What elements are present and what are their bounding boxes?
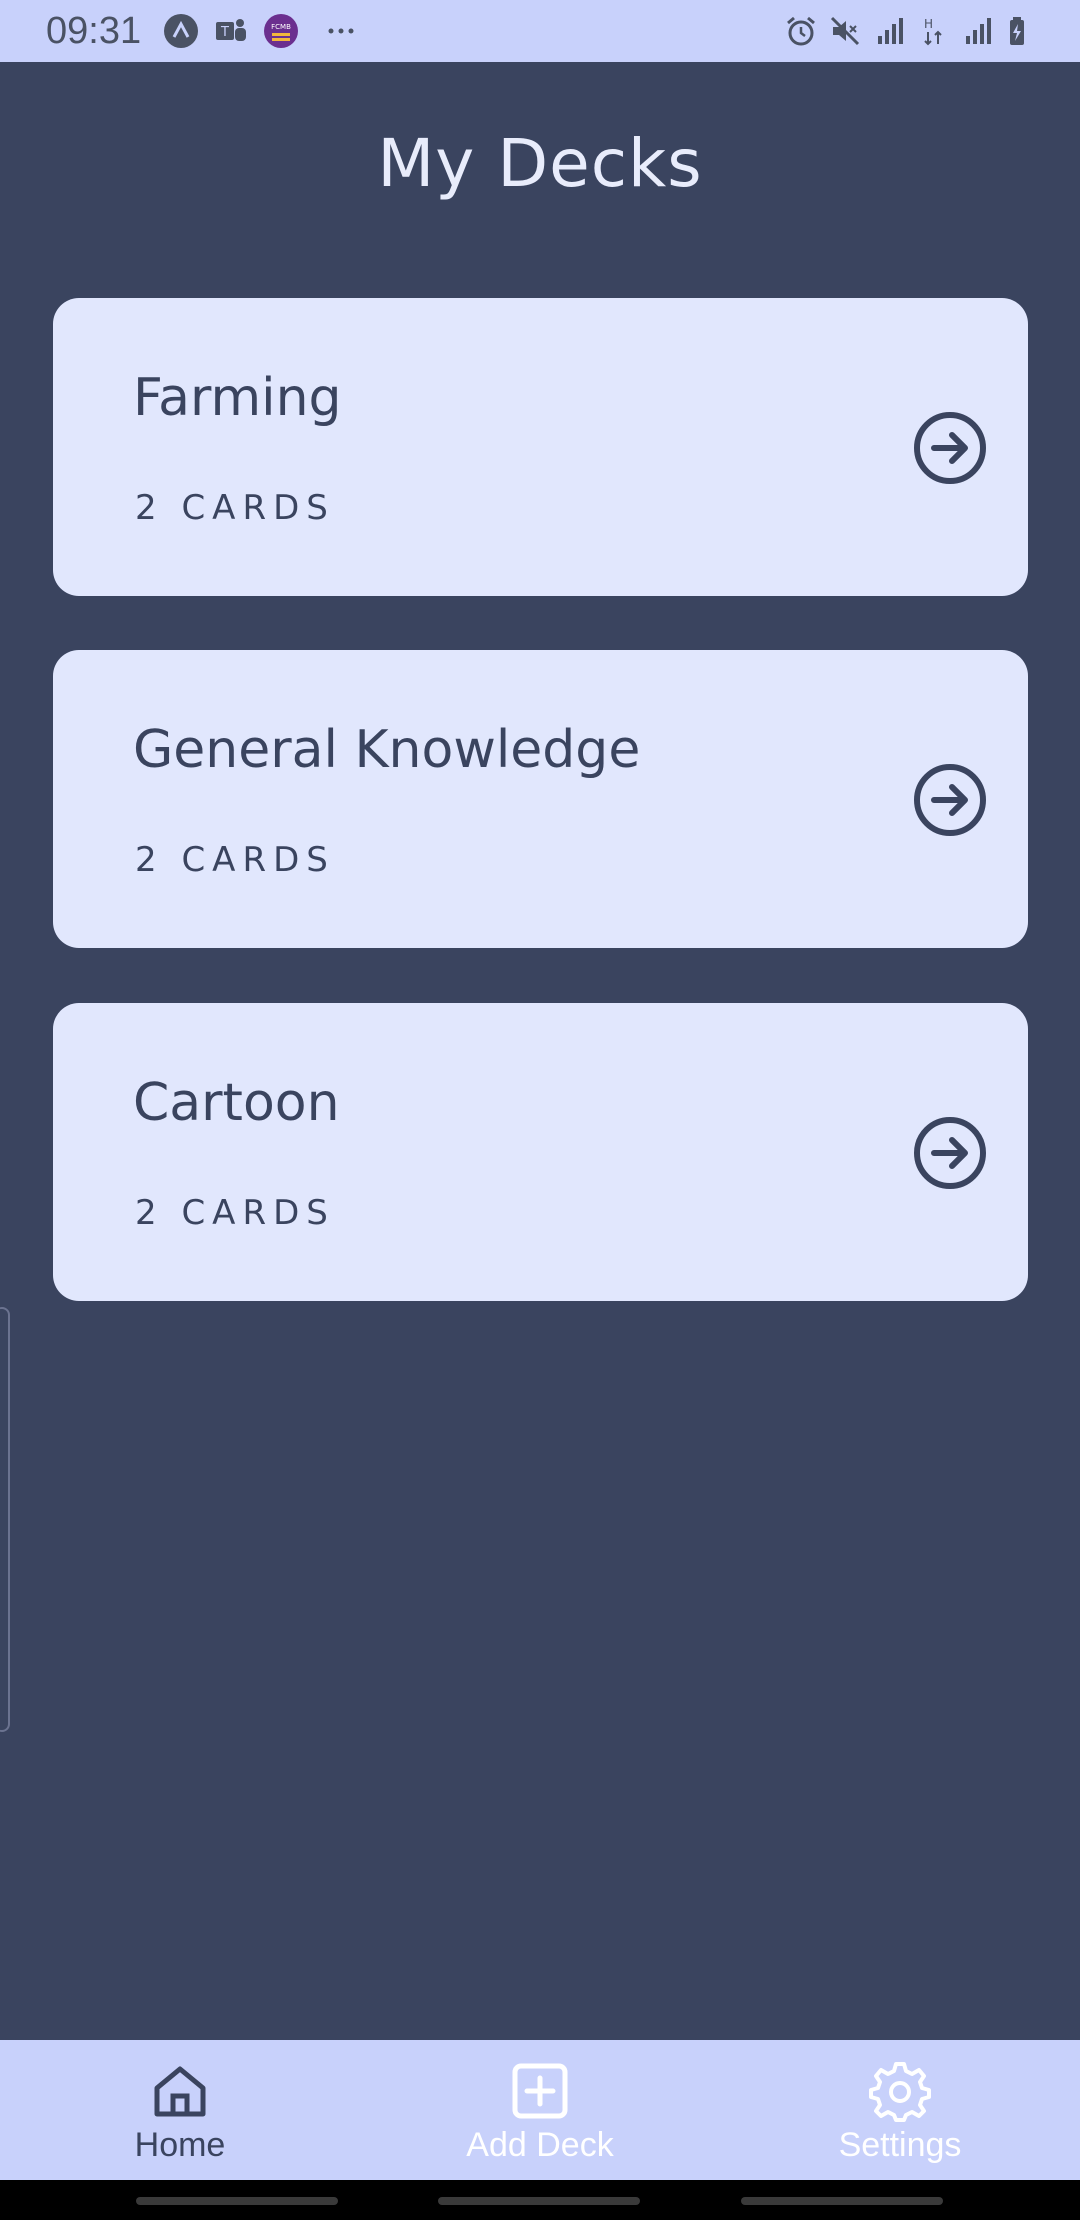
add-box-icon — [512, 2063, 568, 2119]
svg-text:T: T — [220, 25, 229, 40]
status-right: H — [784, 14, 1038, 48]
arrow-right-circle-icon[interactable] — [912, 410, 988, 486]
nav-settings-label: Settings — [838, 2126, 962, 2164]
edge-panel-handle[interactable] — [0, 1307, 10, 1732]
home-icon — [154, 2066, 206, 2117]
arrow-right-circle-icon[interactable] — [912, 1115, 988, 1191]
deck-card-count: 2 CARDS — [135, 1193, 335, 1233]
deck-card-count: 2 CARDS — [135, 488, 335, 528]
nav-settings[interactable]: Settings — [720, 2040, 1080, 2180]
page-title: My Decks — [377, 125, 703, 202]
signal-icon — [878, 18, 903, 44]
deck-name: Cartoon — [133, 1073, 340, 1133]
nav-add-deck[interactable]: Add Deck — [360, 2040, 720, 2180]
nav-add-deck-label: Add Deck — [466, 2126, 614, 2164]
deck-card-general-knowledge[interactable]: General Knowledge 2 CARDS — [53, 650, 1028, 948]
status-left: 09:31 T FCMB — [46, 10, 359, 53]
signal-icon — [966, 18, 991, 44]
deck-card-cartoon[interactable]: Cartoon 2 CARDS — [53, 1003, 1028, 1301]
deck-name: General Knowledge — [133, 720, 641, 780]
fcmb-icon: FCMB — [264, 14, 299, 48]
teams-icon: T — [216, 19, 247, 41]
arrow-app-icon — [164, 14, 199, 48]
data-arrows-icon: H — [924, 17, 942, 46]
svg-text:H: H — [924, 17, 933, 31]
status-time: 09:31 — [46, 9, 142, 52]
bottom-nav: Home Add Deck Settings — [0, 2040, 1080, 2180]
svg-text:FCMB: FCMB — [271, 23, 291, 31]
deck-name: Farming — [133, 368, 342, 428]
back-button[interactable] — [741, 2197, 943, 2205]
mute-icon — [830, 16, 860, 46]
gear-icon — [869, 2062, 931, 2122]
nav-home[interactable]: Home — [0, 2040, 360, 2180]
battery-charging-icon — [1010, 17, 1024, 45]
alarm-icon — [787, 16, 815, 46]
home-gesture-button[interactable] — [438, 2197, 640, 2205]
arrow-right-circle-icon[interactable] — [912, 762, 988, 838]
recent-apps-button[interactable] — [136, 2197, 338, 2205]
nav-home-label: Home — [134, 2126, 226, 2164]
system-gesture-bar — [0, 2180, 1080, 2220]
deck-card-farming[interactable]: Farming 2 CARDS — [53, 298, 1028, 596]
more-dots-icon — [328, 28, 354, 34]
deck-card-count: 2 CARDS — [135, 840, 335, 880]
status-bar: 09:31 T FCMB H — [0, 0, 1080, 62]
